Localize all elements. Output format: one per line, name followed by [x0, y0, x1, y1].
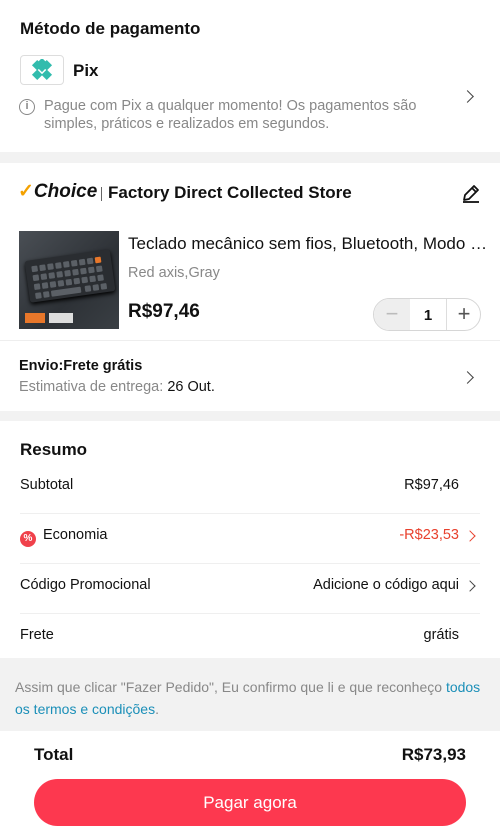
pix-logo: [20, 55, 64, 85]
savings-row[interactable]: % Economia -R$23,53: [20, 527, 480, 577]
payment-info-text: Pague com Pix a qualquer momento! Os pag…: [44, 98, 417, 132]
chevron-right-icon[interactable]: [464, 530, 476, 542]
summary-title: Resumo: [20, 440, 88, 459]
delivery-date: 26 Out.: [167, 379, 215, 395]
terms-section: Assim que clicar "Fazer Pedido", Eu conf…: [0, 663, 500, 730]
promo-code-row[interactable]: Código Promocional Adicione o código aqu…: [20, 577, 480, 627]
store-name[interactable]: Factory Direct Collected Store: [108, 183, 352, 203]
store-section: ✓Choice Factory Direct Collected Store T…: [0, 163, 500, 411]
product-image[interactable]: [19, 231, 119, 329]
decrease-quantity-button[interactable]: −: [374, 299, 410, 330]
shipping-fee-label: Frete: [20, 627, 54, 643]
divider: [101, 187, 102, 201]
edit-icon[interactable]: [460, 182, 482, 204]
subtotal-value: R$97,46: [404, 477, 459, 493]
total-value: R$73,93: [401, 745, 466, 764]
pix-icon: [31, 59, 53, 81]
payment-title: Método de pagamento: [20, 19, 201, 38]
increase-quantity-button[interactable]: +: [446, 299, 481, 330]
promo-code-label: Código Promocional: [20, 577, 151, 593]
promo-code-value[interactable]: Adicione o código aqui: [313, 577, 459, 593]
summary-section: Resumo Subtotal R$97,46 % Economia -R$23,…: [0, 421, 500, 658]
chevron-right-icon[interactable]: [464, 580, 476, 592]
product-price: R$97,46: [128, 301, 200, 322]
payment-method-label[interactable]: Pix: [73, 61, 99, 81]
chevron-right-icon[interactable]: [461, 90, 474, 103]
savings-label: Economia: [43, 527, 108, 543]
checkout-bar: Total R$73,93 Pagar agora: [0, 731, 500, 833]
payment-section: Método de pagamento Pix i Pague com Pix …: [0, 0, 500, 152]
product-title[interactable]: Teclado mecânico sem fios, Bluetooth, Mo…: [128, 234, 488, 254]
divider: [0, 340, 500, 341]
pay-now-button[interactable]: Pagar agora: [34, 779, 466, 826]
info-icon: i: [19, 99, 35, 115]
subtotal-row: Subtotal R$97,46: [20, 477, 480, 527]
choice-badge: ✓Choice: [18, 181, 98, 202]
check-icon: ✓: [18, 181, 34, 202]
subtotal-label: Subtotal: [20, 477, 74, 493]
discount-icon: %: [20, 531, 36, 547]
delivery-estimate: Estimativa de entrega: 26 Out.: [19, 379, 215, 395]
quantity-stepper: − 1 +: [373, 298, 481, 331]
shipping-fee-value: grátis: [423, 627, 459, 643]
total-label: Total: [34, 745, 74, 764]
shipping-title: Envio:Frete grátis: [19, 358, 143, 374]
product-variant[interactable]: Red axis,Gray: [128, 265, 220, 281]
terms-text: Assim que clicar "Fazer Pedido", Eu conf…: [15, 679, 481, 717]
quantity-value[interactable]: 1: [414, 307, 442, 324]
chevron-right-icon[interactable]: [461, 371, 474, 384]
savings-value: -R$23,53: [399, 527, 459, 543]
